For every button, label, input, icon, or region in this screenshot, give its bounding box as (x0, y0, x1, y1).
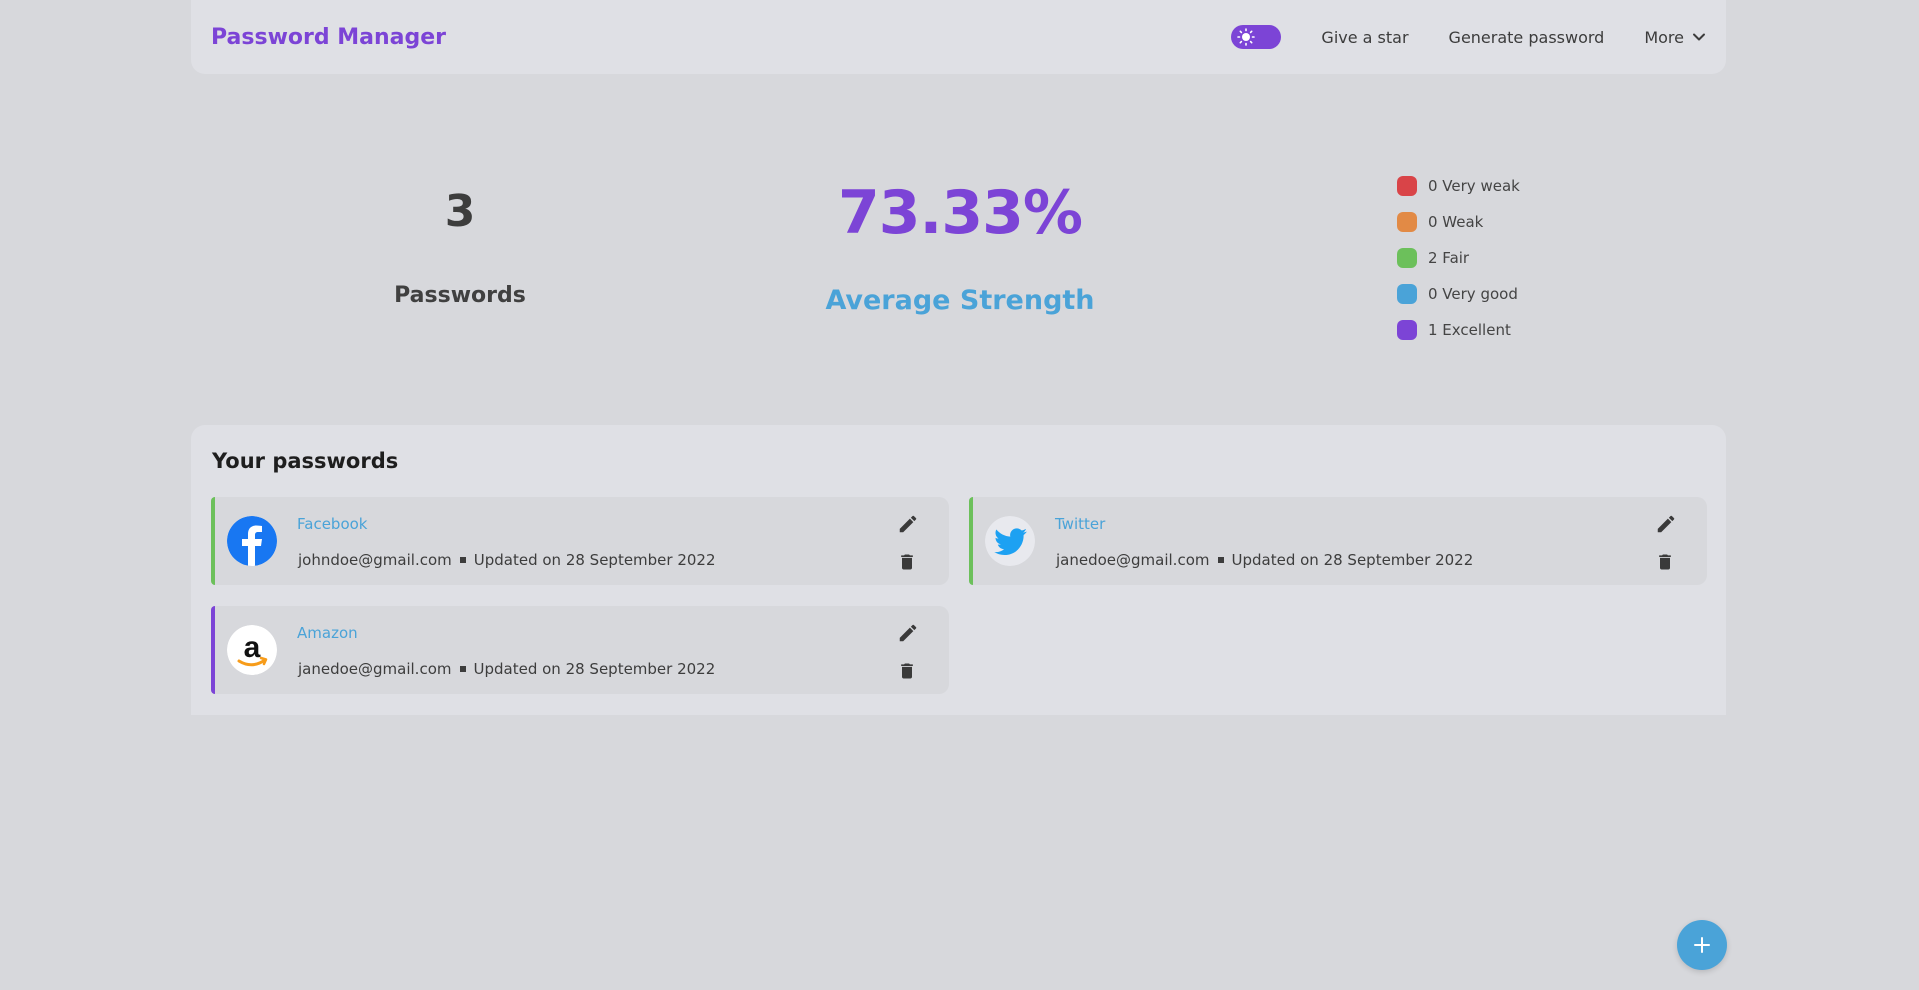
card-site-name[interactable]: Amazon (297, 624, 358, 642)
plus-icon (1694, 937, 1710, 953)
sun-icon (1237, 28, 1256, 46)
more-label: More (1644, 27, 1684, 47)
password-count: 3 (444, 186, 476, 237)
legend-dot-weak (1397, 212, 1417, 232)
navbar: Password Manager Give a star Generate pa… (191, 0, 1726, 74)
card-site-name[interactable]: Twitter (1055, 515, 1105, 533)
amazon-logo-icon: a (227, 625, 277, 675)
legend-label: 2 Fair (1428, 249, 1470, 267)
legend-item-weak: 0 Weak (1397, 204, 1520, 240)
brand-title[interactable]: Password Manager (211, 25, 446, 50)
more-menu[interactable]: More (1644, 28, 1706, 47)
password-card-twitter[interactable]: Twitter janedoe@gmail.com Updated on 28 … (969, 497, 1707, 585)
give-star-link[interactable]: Give a star (1321, 28, 1408, 47)
legend-item-very-weak: 0 Very weak (1397, 168, 1520, 204)
separator-dot (459, 557, 466, 563)
legend-dot-very-good (1397, 284, 1417, 304)
add-password-button[interactable] (1677, 920, 1727, 970)
edit-icon[interactable] (897, 622, 919, 644)
strength-legend: 0 Very weak 0 Weak 2 Fair 0 Very good 1 … (1397, 168, 1520, 348)
edit-icon[interactable] (1655, 513, 1677, 535)
trash-icon[interactable] (897, 660, 917, 682)
legend-dot-excellent (1397, 320, 1417, 340)
card-meta: johndoe@gmail.com Updated on 28 Septembe… (298, 551, 716, 569)
average-strength-label: Average Strength (825, 285, 1095, 316)
card-updated: Updated on 28 September 2022 (473, 660, 716, 678)
twitter-logo-icon (985, 516, 1035, 566)
separator-dot (459, 666, 466, 672)
trash-icon[interactable] (1655, 551, 1675, 573)
legend-item-excellent: 1 Excellent (1397, 312, 1520, 348)
separator-dot (1217, 557, 1224, 563)
theme-toggle[interactable] (1231, 25, 1282, 49)
legend-dot-fair (1397, 248, 1417, 268)
card-email: janedoe@gmail.com (298, 660, 452, 678)
legend-label: 0 Weak (1428, 213, 1484, 231)
passwords-panel: Your passwords Facebook johndoe@gmail.co… (191, 425, 1726, 715)
facebook-logo-icon (227, 516, 277, 566)
card-meta: janedoe@gmail.com Updated on 28 Septembe… (1056, 551, 1473, 569)
passwords-title: Your passwords (212, 449, 399, 473)
legend-label: 0 Very good (1428, 285, 1518, 303)
card-meta: janedoe@gmail.com Updated on 28 Septembe… (298, 660, 715, 678)
svg-text:a: a (244, 631, 261, 664)
generate-password-link[interactable]: Generate password (1449, 28, 1605, 47)
card-email: janedoe@gmail.com (1056, 551, 1210, 569)
legend-dot-very-weak (1397, 176, 1417, 196)
card-updated: Updated on 28 September 2022 (1231, 551, 1474, 569)
card-email: johndoe@gmail.com (298, 551, 452, 569)
card-updated: Updated on 28 September 2022 (473, 551, 716, 569)
legend-item-very-good: 0 Very good (1397, 276, 1520, 312)
nav-right: Give a star Generate password More (1231, 25, 1706, 49)
trash-icon[interactable] (897, 551, 917, 573)
legend-label: 1 Excellent (1428, 321, 1511, 339)
password-card-amazon[interactable]: a Amazon janedoe@gmail.com Updated on 28… (211, 606, 949, 694)
password-count-label: Passwords (394, 283, 526, 308)
card-site-name[interactable]: Facebook (297, 515, 367, 533)
chevron-down-icon (1693, 33, 1705, 41)
edit-icon[interactable] (897, 513, 919, 535)
password-card-facebook[interactable]: Facebook johndoe@gmail.com Updated on 28… (211, 497, 949, 585)
stats-section: 3 Passwords 73.33% Average Strength 0 Ve… (0, 150, 1919, 350)
legend-item-fair: 2 Fair (1397, 240, 1520, 276)
average-strength-value: 73.33% (838, 178, 1083, 248)
legend-label: 0 Very weak (1428, 177, 1520, 195)
